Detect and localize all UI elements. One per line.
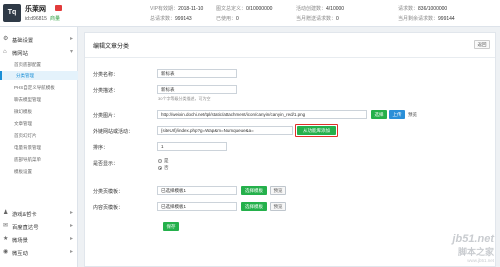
sidebar-item-template[interactable]: 微幻模板 — [0, 107, 78, 116]
sidebar-item-bottom-menu[interactable]: 底部导航菜单 — [0, 155, 78, 164]
sidebar-item-phs-nav[interactable]: PHS自定义导航模板 — [0, 83, 78, 92]
show-label: 是否显示： — [93, 161, 119, 167]
chevron-right-icon: ▸ — [69, 223, 73, 229]
save-button[interactable]: 保存 — [163, 222, 179, 231]
sidebar-group-interact[interactable]: ◉ 微互动 ▸ — [0, 246, 78, 258]
list-template-label: 分类页模板： — [93, 189, 124, 195]
chevron-right-icon: ▸ — [69, 236, 73, 242]
mail-icon: ✉ — [3, 223, 9, 229]
sidebar-item-home-footer[interactable]: 首页底部配置 — [0, 60, 78, 69]
stat-total-requests: 总请求数：999143 — [150, 16, 192, 22]
chevron-right-icon: ▸ — [69, 249, 73, 255]
stat-vip: VIP有效期：2018-11-10 — [150, 6, 204, 12]
sidebar: ⚙ 基础设置 ▸ ⌂ 微网站 ▾ 首页底部配置 分类管理 PHS自定义导航模板 … — [0, 27, 78, 267]
content-template-input[interactable]: 已选择模板1 — [157, 202, 237, 211]
sidebar-group-baidu[interactable]: ✉ 百度直达号 ▸ — [0, 220, 78, 232]
sort-label: 排序： — [93, 145, 109, 151]
add-from-library-button[interactable]: 从功能库添加 — [297, 126, 336, 135]
stat-gift-requests: 当月赠送请求数：0 — [296, 16, 339, 22]
watermark: jb51.net 脚本之家 www.jb51.net — [452, 233, 494, 263]
page-title: 编辑文章分类 — [93, 44, 130, 50]
chevron-right-icon: ▸ — [69, 36, 73, 42]
site-status: 商量 — [49, 16, 60, 22]
sidebar-group-basic[interactable]: ⚙ 基础设置 ▸ — [0, 33, 78, 45]
external-link-label: 外链网站或活动： — [93, 129, 134, 135]
game-icon: ♟ — [3, 210, 9, 216]
sidebar-item-slides[interactable]: 首页幻灯片 — [0, 131, 78, 140]
flag-icon — [55, 5, 62, 11]
upload-image-button[interactable]: 上传 — [389, 110, 405, 119]
list-preview-button[interactable]: 预览 — [270, 186, 286, 195]
divider — [85, 57, 495, 58]
category-image-input[interactable]: http://weixin.dochi.net/tpl/static/attac… — [157, 110, 367, 119]
stat-remaining-requests: 当月剩余请求数：999144 — [398, 16, 455, 22]
show-yes-label: 是 — [164, 158, 169, 163]
select-image-button[interactable]: 选择 — [371, 110, 387, 119]
circle-icon: ◉ — [3, 249, 9, 255]
stat-articles: 图文总定义：0/10000000 — [216, 6, 273, 12]
category-summary-label: 分类描述： — [93, 88, 119, 94]
show-no-label: 否 — [164, 165, 169, 170]
list-template-input[interactable]: 已选择模板1 — [157, 186, 237, 195]
back-button[interactable]: 返回 — [474, 40, 490, 49]
sidebar-group-games[interactable]: ♟ 游戏&哲卡 ▸ — [0, 207, 78, 219]
category-image-label: 分类图片： — [93, 113, 119, 119]
category-name-input[interactable]: 新标表 — [157, 69, 237, 78]
content-template-label: 内容页模板： — [93, 205, 124, 211]
summary-hint: 30个字等级分类描述，可为空 — [158, 96, 211, 101]
star-icon: ★ — [3, 236, 9, 242]
brand-logo: Tq — [3, 4, 21, 22]
sidebar-item-template-settings[interactable]: 模板设置 — [0, 167, 78, 176]
sidebar-item-category[interactable]: 分类管理 — [0, 71, 78, 80]
show-no-radio[interactable] — [158, 166, 162, 170]
external-link-input[interactable]: {siteUrl}/index.php?g=Wap&m=Numqueue&a= — [157, 126, 293, 135]
stat-requests: 请求数：836/1000000 — [398, 6, 448, 12]
sidebar-group-microsite[interactable]: ⌂ 微网站 ▾ — [0, 46, 78, 58]
site-id: id:d96815 商量 — [25, 16, 60, 22]
site-name: 乐莱网 — [25, 6, 46, 13]
show-yes-radio[interactable] — [158, 159, 162, 163]
sidebar-item-articles[interactable]: 文章管理 — [0, 119, 78, 128]
stat-activities: 活动创建数：4/10000 — [296, 6, 345, 12]
list-choose-template-button[interactable]: 选择模板 — [241, 186, 267, 195]
category-name-label: 分类名称： — [93, 72, 119, 78]
sidebar-group-scenes[interactable]: ★ 微场景 ▸ — [0, 233, 78, 245]
stat-used: 已使用：0 — [216, 16, 239, 22]
content-choose-template-button[interactable]: 选择模板 — [241, 202, 267, 211]
sidebar-item-chat-model[interactable]: 聊去模型管理 — [0, 95, 78, 104]
category-summary-input[interactable]: 新标表 — [157, 85, 237, 94]
content-preview-button[interactable]: 预览 — [270, 202, 286, 211]
chevron-right-icon: ▸ — [69, 210, 73, 216]
top-bar: Tq 乐莱网 id:d96815 商量 VIP有效期：2018-11-10 图文总… — [0, 0, 500, 27]
sidebar-item-background[interactable]: 电量背景管理 — [0, 143, 78, 152]
chevron-down-icon: ▾ — [69, 49, 73, 55]
home-icon: ⌂ — [3, 49, 7, 55]
sort-input[interactable]: 1 — [157, 142, 227, 151]
image-preview-link[interactable]: 预览 — [408, 112, 417, 118]
main-panel: 编辑文章分类 返回 分类名称： 新标表 分类描述： 新标表 30个字等级分类描述… — [84, 32, 496, 267]
gear-icon: ⚙ — [3, 36, 9, 42]
